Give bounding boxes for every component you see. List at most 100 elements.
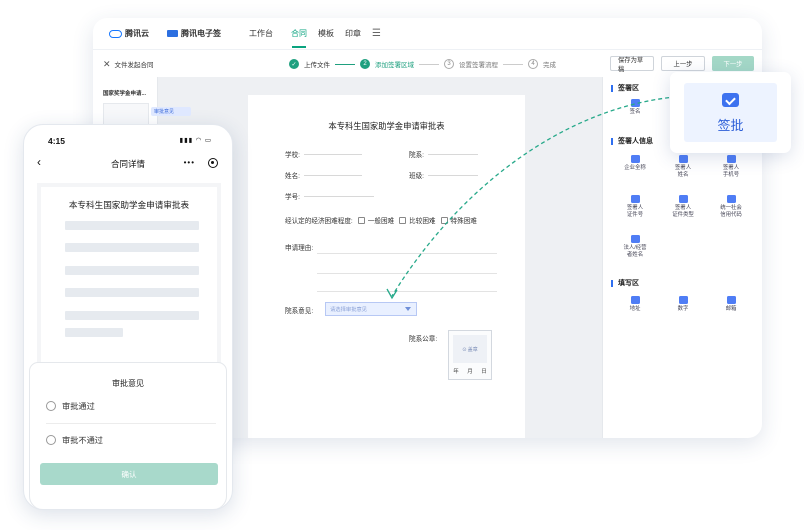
control-label: 签署人 姓名 bbox=[674, 165, 692, 178]
brand-esign-label: 腾讯电子签 bbox=[181, 29, 221, 38]
control-label: 法人/经营 者姓名 bbox=[623, 245, 647, 258]
step-1-icon: ✓ bbox=[289, 59, 299, 69]
checkbox[interactable] bbox=[357, 216, 365, 224]
radio-icon[interactable] bbox=[46, 401, 56, 411]
prev-step-button[interactable]: 上一步 bbox=[661, 56, 705, 71]
nav-workbench[interactable]: 工作台 bbox=[249, 28, 273, 39]
document-title: 本专科生国家助学金申请审批表 bbox=[328, 121, 445, 131]
control-credit-code[interactable]: 统一社会 信用代码 bbox=[709, 195, 753, 219]
control-label: 签名 bbox=[629, 109, 641, 115]
select-placeholder: 请选择审批意见 bbox=[330, 307, 368, 313]
document-page: 本专科生国家助学金申请审批表 学校: 院系: 姓名: 班级: 学号: 经认定的经… bbox=[248, 95, 525, 438]
control-label: 地址 bbox=[629, 306, 641, 312]
step-2-icon: 2 bbox=[360, 59, 370, 69]
field-difficulty: 经认定的经济困难程度: 一般困难 比较困难 特殊困难 bbox=[285, 215, 477, 225]
back-label[interactable]: 文件发起合同 bbox=[115, 59, 154, 69]
option-label: 一般困难 bbox=[367, 218, 395, 225]
control-signature[interactable]: 签名 bbox=[613, 99, 657, 116]
next-step-button[interactable]: 下一步 bbox=[712, 56, 754, 71]
control-id-type[interactable]: 签署人 证件类型 bbox=[661, 195, 705, 219]
step-3-icon: 3 bbox=[444, 59, 454, 69]
control-signer-id[interactable]: 签署人 证件号 bbox=[613, 195, 657, 219]
step-1-label: 上传文件 bbox=[304, 62, 330, 69]
esign-icon bbox=[167, 30, 178, 37]
section-fill-area: 填写区 bbox=[611, 280, 639, 287]
placeholder-bar bbox=[65, 266, 199, 275]
option-label: 审批通过 bbox=[62, 402, 95, 411]
control-legal-person[interactable]: 法人/经营 者姓名 bbox=[613, 235, 657, 259]
save-draft-button[interactable]: 保存为草稿 bbox=[610, 56, 654, 73]
field-label: 学校: bbox=[285, 152, 301, 159]
control-signer-name[interactable]: 签署人 姓名 bbox=[661, 155, 705, 179]
number-icon bbox=[678, 296, 688, 304]
building-icon bbox=[630, 155, 640, 163]
step-3-label: 设置签署流程 bbox=[459, 62, 498, 69]
sub-toolbar: ✕ 文件发起合同 ✓ 上传文件 2 添加签署区域 3 设置签署流程 4 完成 保… bbox=[93, 51, 762, 77]
control-label: 数字 bbox=[677, 306, 689, 312]
placeholder-bar bbox=[65, 221, 199, 230]
seal-placeholder: ⊙ 盖章 bbox=[453, 335, 487, 363]
reason-line bbox=[317, 253, 497, 254]
top-nav: 腾讯云 腾讯电子签 工作台 合同 模板 印章 ☰ bbox=[93, 18, 762, 50]
step-connector bbox=[419, 63, 439, 65]
field-name: 姓名: bbox=[285, 170, 363, 180]
step-4-label: 完成 bbox=[543, 62, 556, 69]
reason-line bbox=[317, 273, 497, 274]
placeholder-bar bbox=[65, 243, 199, 252]
control-company-name[interactable]: 企业全称 bbox=[613, 155, 657, 172]
checkbox[interactable] bbox=[399, 216, 407, 224]
control-number[interactable]: 数字 bbox=[661, 296, 705, 313]
approval-widget-label: 签批 bbox=[717, 118, 744, 133]
mobile-nav-bar: ‹ 合同详情 ••• bbox=[24, 151, 232, 175]
confirm-button[interactable]: 确认 bbox=[40, 463, 218, 485]
step-connector bbox=[335, 63, 355, 65]
radio-icon[interactable] bbox=[46, 435, 56, 445]
step-2-label: 添加签署区域 bbox=[375, 62, 414, 69]
option-approve[interactable]: 审批通过 bbox=[46, 400, 95, 412]
cloud-icon bbox=[109, 29, 122, 38]
step-connector bbox=[503, 63, 523, 65]
approval-widget: 签批 bbox=[684, 83, 777, 142]
credit-icon bbox=[726, 195, 736, 203]
checkbox[interactable] bbox=[440, 216, 448, 224]
approve-icon bbox=[722, 93, 739, 107]
seal-area[interactable]: ⊙ 盖章 年 月 日 bbox=[448, 330, 492, 380]
approval-widget-card[interactable]: 签批 bbox=[670, 72, 791, 153]
control-signer-phone[interactable]: 签署人 手机号 bbox=[709, 155, 753, 179]
phone-icon bbox=[726, 155, 736, 163]
control-email[interactable]: 邮箱 bbox=[709, 296, 753, 313]
field-label: 经认定的经济困难程度: bbox=[285, 218, 353, 225]
control-address[interactable]: 地址 bbox=[613, 296, 657, 313]
esign-logo[interactable]: 腾讯电子签 bbox=[167, 28, 221, 39]
option-reject[interactable]: 审批不通过 bbox=[46, 434, 103, 446]
status-bar: 4:15 ▮▮▮ ◠ ▭ bbox=[24, 125, 232, 147]
placeholder-bar bbox=[65, 328, 123, 337]
card-icon bbox=[678, 195, 688, 203]
target-icon[interactable] bbox=[208, 158, 218, 168]
control-label: 签署人 手机号 bbox=[722, 165, 740, 178]
field-label: 院系: bbox=[409, 152, 425, 159]
approve-opinion-tag[interactable]: 审批意见 bbox=[151, 107, 191, 116]
approval-opinion-select[interactable]: 请选择审批意见 bbox=[325, 302, 417, 316]
field-dept-seal: 院系公章: bbox=[409, 336, 438, 343]
nav-seals[interactable]: 印章 bbox=[345, 28, 361, 39]
id-card-icon bbox=[678, 155, 688, 163]
toolbar-buttons: 保存为草稿 上一步 下一步 bbox=[610, 56, 754, 73]
field-label: 姓名: bbox=[285, 173, 301, 180]
control-label: 签署人 证件号 bbox=[626, 205, 644, 218]
control-label: 签署人 证件类型 bbox=[672, 205, 694, 218]
close-icon[interactable]: ✕ bbox=[103, 59, 111, 70]
field-school: 学校: bbox=[285, 149, 363, 159]
sheet-title: 审批意见 bbox=[112, 379, 144, 388]
menu-icon[interactable]: ☰ bbox=[372, 28, 381, 39]
tencent-cloud-logo[interactable]: 腾讯云 bbox=[109, 28, 149, 39]
thumbnail-title[interactable]: 国家奖学金申请... bbox=[103, 89, 153, 97]
step-4-icon: 4 bbox=[528, 59, 538, 69]
nav-contracts[interactable]: 合同 bbox=[291, 28, 307, 48]
mobile-nav-title: 合同详情 bbox=[110, 159, 145, 169]
nav-templates[interactable]: 模板 bbox=[318, 28, 334, 39]
option-label: 审批不通过 bbox=[62, 436, 103, 445]
field-label: 学号: bbox=[285, 194, 301, 201]
date-day: 日 bbox=[481, 369, 487, 375]
more-icon[interactable]: ••• bbox=[184, 158, 195, 167]
